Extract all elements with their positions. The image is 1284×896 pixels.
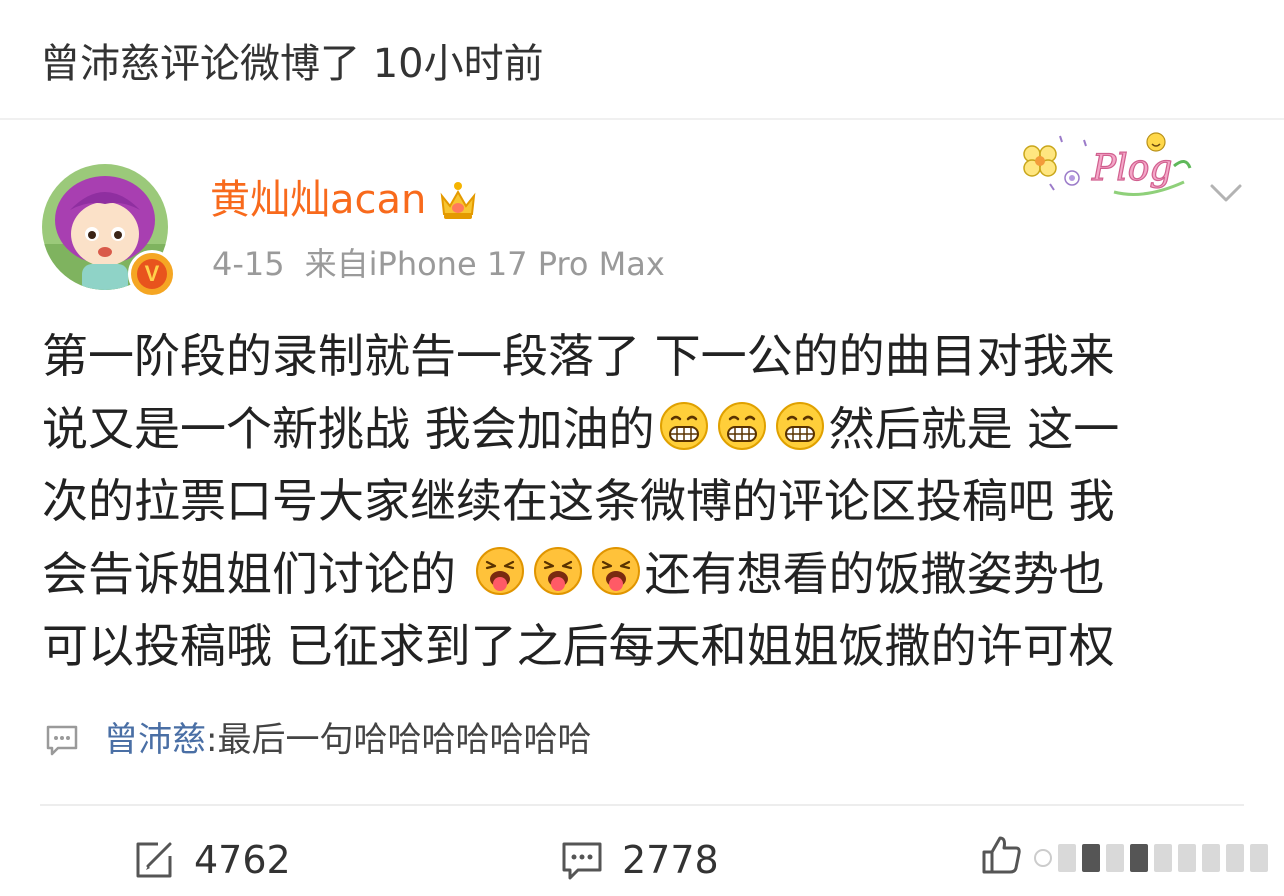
repost-count: 4762 [194,838,291,882]
username-link[interactable]: 黄灿灿acan [210,170,426,230]
post-line: 第一阶段的录制就告一段落了 下一公的的曲目对我来 [42,329,1115,383]
comment-bubble-icon [46,725,78,756]
post-source: 来自iPhone 17 Pro Max [304,245,665,283]
featured-comment[interactable]: 曾沛慈: 最后一句哈哈哈哈哈哈哈 [44,714,591,766]
post-line: 会告诉姐姐们讨论的 还有想看的饭撒姿势也 [42,538,1252,611]
flower-icon [1023,145,1080,186]
grin-emoji-icon [659,401,708,450]
divider [0,118,1284,120]
username-row: 黄灿灿acan [210,170,480,230]
comment-count: 2778 [622,838,719,882]
divider [40,804,1244,806]
post-line: 说又是一个新挑战 我会加油的 然后就是 这一 [42,393,1252,466]
watermark [1034,844,1268,872]
tongue-emoji-icon [475,546,524,595]
repost-button[interactable]: 4762 [132,832,291,888]
comment-separator: : [206,720,218,760]
grin-emoji-icon [775,401,824,450]
tongue-emoji-icon [591,546,640,595]
plog-sticker: Plog [1023,132,1192,196]
post-text: 说又是一个新挑战 我会加油的 [42,401,655,456]
post-meta: 4-15 来自iPhone 17 Pro Max [212,240,665,288]
thumbs-up-icon [982,836,1021,874]
post-line: 次的拉票口号大家继续在这条微博的评论区投稿吧 我 [42,474,1115,528]
post-text: 然后就是 这一 [828,401,1120,456]
chevron-down-icon[interactable] [1206,176,1246,208]
post-text: 会告诉姐姐们讨论的 [42,546,471,601]
plog-text: Plog [1091,148,1172,189]
weibo-post-page: 曾沛慈评论微博了 10小时前 V 黄灿灿acan 4-15 来自iPhone 1… [0,0,1284,896]
comment-icon [562,842,602,880]
comment-user-link[interactable]: 曾沛慈 [104,714,206,766]
tongue-emoji-icon [533,546,582,595]
repost-icon [136,842,172,878]
post-text: 还有想看的饭撒姿势也 [644,546,1105,601]
post-date: 4-15 [212,245,285,283]
post-body: 第一阶段的录制就告一段落了 下一公的的曲目对我来 说又是一个新挑战 我会加油的 然… [42,320,1252,683]
comment-button[interactable]: 2778 [560,832,719,888]
like-button[interactable] [980,832,1024,876]
comment-text: 最后一句哈哈哈哈哈哈哈 [217,720,592,760]
verified-badge-icon: V [128,250,176,298]
activity-header: 曾沛慈评论微博了 10小时前 [40,41,544,87]
post-line: 可以投稿哦 已征求到了之后每天和姐姐饭撒的许可权 [42,619,1115,673]
grin-emoji-icon [717,401,766,450]
crown-icon [441,182,476,219]
